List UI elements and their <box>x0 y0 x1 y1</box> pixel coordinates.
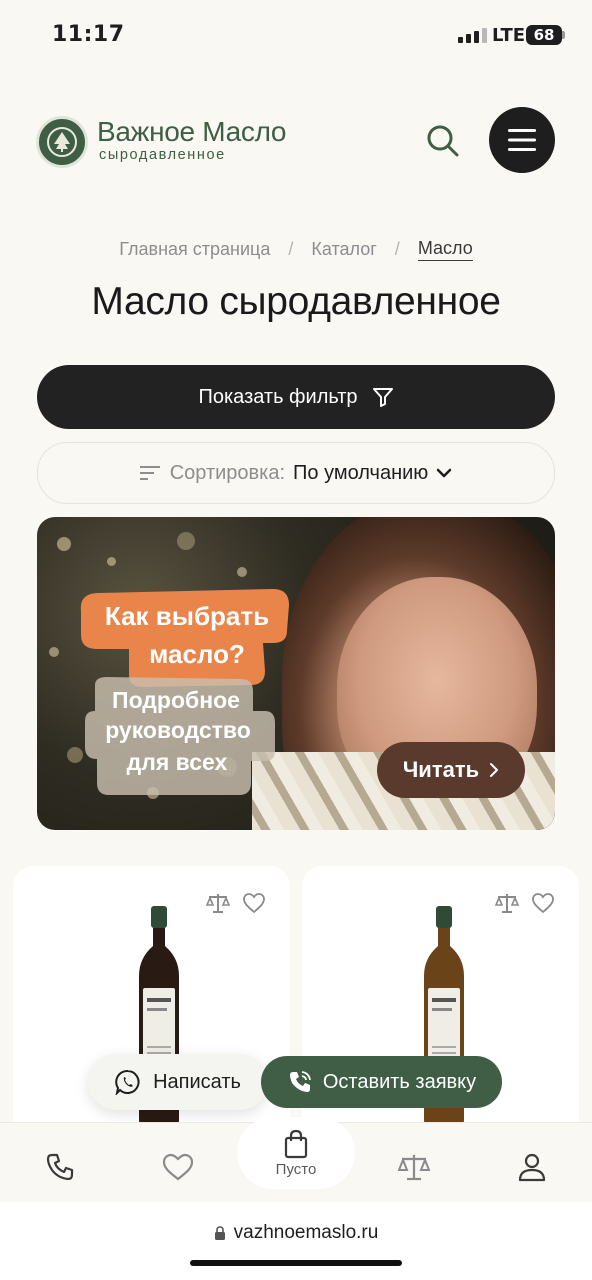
filter-label: Показать фильтр <box>198 385 358 408</box>
banner-read-button[interactable]: Читать <box>377 742 525 798</box>
banner-headline-line1: Как выбрать <box>104 601 270 631</box>
breadcrumb-current[interactable]: Масло <box>417 238 473 261</box>
breadcrumb-catalog[interactable]: Каталог <box>311 239 376 260</box>
signal-icon <box>458 28 487 43</box>
phone-icon <box>46 1153 74 1181</box>
show-filter-button[interactable]: Показать фильтр <box>37 365 555 429</box>
search-button[interactable] <box>420 118 466 164</box>
nav-favorites[interactable] <box>158 1147 198 1187</box>
tree-logo-icon <box>54 132 70 152</box>
battery-icon: 68 <box>526 25 562 45</box>
write-label: Написать <box>153 1070 241 1093</box>
write-message-button[interactable]: Написать <box>88 1054 268 1110</box>
chevron-right-icon <box>490 763 499 777</box>
heart-icon[interactable] <box>242 892 266 914</box>
nav-phone[interactable] <box>40 1147 80 1187</box>
nav-cart[interactable]: Пусто <box>237 1117 355 1189</box>
home-indicator[interactable] <box>190 1260 402 1266</box>
filter-icon <box>372 388 393 407</box>
url-text: vazhnoemaslo.ru <box>233 1222 379 1243</box>
read-label: Читать <box>402 757 480 782</box>
breadcrumb-separator: / <box>288 239 294 259</box>
user-icon <box>518 1153 546 1182</box>
compare-scales-icon <box>398 1155 430 1181</box>
hamburger-menu-icon <box>508 129 536 151</box>
sort-value: По умолчанию <box>293 461 429 484</box>
breadcrumb: Главная страница / Каталог / Масло <box>0 238 592 261</box>
product-card[interactable] <box>13 866 290 1166</box>
request-label: Оставить заявку <box>322 1070 477 1093</box>
bottom-navigation: Пусто <box>0 1117 592 1203</box>
product-card[interactable] <box>302 866 579 1166</box>
cart-icon <box>284 1129 308 1158</box>
status-time: 11:17 <box>52 22 125 47</box>
banner-sub-line2: руководство <box>105 717 251 743</box>
logo-name[interactable]: Важное Масло <box>97 116 287 148</box>
banner-sub-line3: для всех <box>126 749 228 775</box>
breadcrumb-separator: / <box>394 239 400 259</box>
page-title: Масло сыродавленное <box>91 280 501 323</box>
search-icon <box>427 125 459 157</box>
logo-badge[interactable] <box>36 116 88 168</box>
heart-icon[interactable] <box>531 892 555 914</box>
menu-button[interactable] <box>489 107 555 173</box>
nav-compare[interactable] <box>394 1147 434 1187</box>
compare-scales-icon[interactable] <box>206 892 230 914</box>
whatsapp-icon <box>115 1069 140 1095</box>
sort-label: Сортировка: <box>169 461 286 484</box>
network-type: LTE <box>492 25 526 46</box>
sort-dropdown[interactable]: Сортировка: По умолчанию <box>37 442 555 504</box>
breadcrumb-home[interactable]: Главная страница <box>119 239 270 260</box>
browser-url-bar: vazhnoemaslo.ru <box>0 1202 592 1280</box>
battery-tip <box>562 31 565 39</box>
banner-sub-line1: Подробное <box>112 687 240 713</box>
leave-request-button[interactable]: Оставить заявку <box>261 1056 502 1108</box>
phone-call-icon <box>289 1071 311 1092</box>
nav-profile[interactable] <box>512 1147 552 1187</box>
battery-level: 68 <box>533 26 555 44</box>
address-bar[interactable]: vazhnoemaslo.ru <box>0 1222 592 1244</box>
lock-icon <box>214 1225 225 1240</box>
heart-icon <box>162 1153 194 1181</box>
banner-headline-line2: масло? <box>149 639 245 669</box>
cart-label: Пусто <box>275 1160 317 1178</box>
compare-scales-icon[interactable] <box>495 892 519 914</box>
logo-tagline: сыродавленное <box>99 147 226 163</box>
sort-lines-icon <box>139 466 160 480</box>
chevron-down-icon <box>437 468 452 478</box>
